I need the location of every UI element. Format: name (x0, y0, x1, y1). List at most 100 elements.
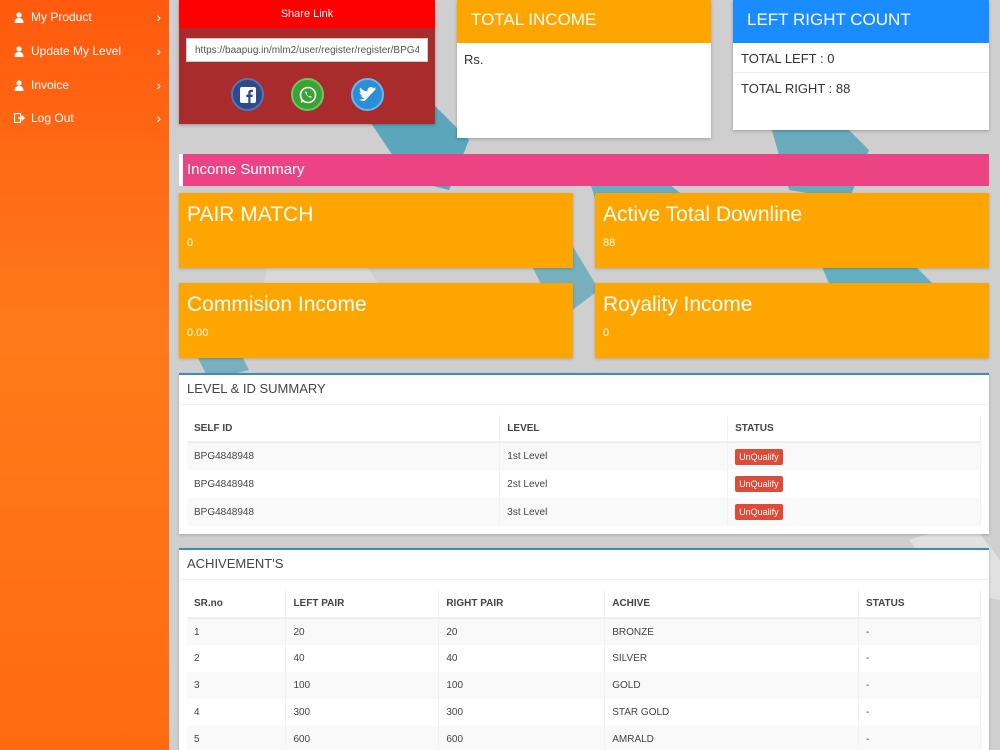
user-icon (12, 45, 26, 57)
whatsapp-share-button[interactable] (291, 78, 324, 111)
stat-title: Commision Income (187, 293, 367, 316)
table-row: 5 600 600 AMRALD - (187, 726, 981, 750)
left-pair-cell: 40 (285, 645, 440, 672)
twitter-share-button[interactable] (351, 78, 384, 111)
achive-cell: SILVER (604, 645, 860, 672)
table-row: 4 300 300 STAR GOLD - (187, 699, 981, 726)
sidebar-item-label: Invoice (31, 78, 70, 92)
column-header: STATUS (858, 590, 981, 619)
sidebar-item-log-out[interactable]: Log Out › (0, 101, 169, 135)
share-link-title: Share Link (179, 0, 435, 28)
total-right: TOTAL RIGHT : 88 (741, 81, 851, 96)
self-id-cell: BPG4848948 (187, 470, 501, 498)
level-summary-table: SELF ID LEVEL STATUS BPG4848948 1st Leve… (187, 415, 981, 526)
right-pair-cell: 100 (438, 672, 606, 699)
status-cell: - (858, 726, 981, 750)
column-header: SR.no (187, 590, 287, 619)
table-row: BPG4848948 3st Level UnQualify (187, 498, 981, 526)
sidebar-item-invoice[interactable]: Invoice › (0, 68, 169, 102)
total-left: TOTAL LEFT : 0 (733, 43, 989, 73)
chevron-right-icon: › (156, 110, 161, 126)
right-pair-cell: 600 (438, 726, 606, 750)
status-cell: - (858, 672, 981, 699)
table-row: 1 20 20 BRONZE - (187, 618, 981, 645)
left-pair-cell: 20 (285, 618, 440, 645)
table-row: 3 100 100 GOLD - (187, 672, 981, 699)
column-header: STATUS (727, 415, 981, 443)
column-header: LEVEL (499, 415, 729, 443)
panel-title: LEVEL & ID SUMMARY (179, 375, 989, 405)
stat-title: Royality Income (603, 293, 753, 316)
sidebar-item-my-product[interactable]: My Product › (0, 0, 169, 34)
stat-value: 0 (187, 237, 194, 249)
left-right-count-box: LEFT RIGHT COUNT TOTAL LEFT : 0 TOTAL RI… (733, 0, 989, 130)
facebook-share-button[interactable] (231, 78, 264, 111)
left-pair-cell: 100 (285, 672, 440, 699)
sidebar: My Product › Update My Level › Invoice ›… (0, 0, 169, 750)
whatsapp-icon (299, 86, 316, 103)
status-cell: - (858, 618, 981, 645)
column-header: ACHIVE (604, 590, 860, 619)
total-income-box: TOTAL INCOME Rs. (457, 0, 711, 138)
status-badge: UnQualify (735, 476, 783, 492)
twitter-icon (358, 87, 376, 102)
share-link-card: Share Link (179, 0, 435, 124)
sidebar-item-update-my-level[interactable]: Update My Level › (0, 34, 169, 68)
stat-royality-income: Royality Income 0 (595, 283, 989, 358)
right-pair-cell: 40 (438, 645, 606, 672)
table-row: BPG4848948 1st Level UnQualify (187, 442, 981, 470)
chevron-right-icon: › (156, 43, 161, 59)
column-header: SELF ID (187, 415, 501, 443)
user-icon (12, 79, 26, 91)
achive-cell: STAR GOLD (604, 699, 860, 726)
facebook-icon (239, 86, 256, 103)
total-income-value: Rs. (464, 52, 484, 67)
table-row: BPG4848948 2st Level UnQualify (187, 470, 981, 498)
left-right-count-title: LEFT RIGHT COUNT (733, 0, 989, 43)
right-pair-cell: 20 (438, 618, 606, 645)
stat-title: Active Total Downline (603, 203, 803, 226)
sidebar-item-label: My Product (31, 10, 92, 24)
left-pair-cell: 300 (285, 699, 440, 726)
sr-cell: 4 (187, 699, 287, 726)
status-cell: - (858, 699, 981, 726)
user-icon (12, 11, 26, 23)
chevron-right-icon: › (156, 77, 161, 93)
stat-pair-match: PAIR MATCH 0 (179, 193, 573, 268)
sr-cell: 2 (187, 645, 287, 672)
achive-cell: BRONZE (604, 618, 860, 645)
share-link-input[interactable] (186, 38, 428, 62)
status-cell: - (858, 645, 981, 672)
sr-cell: 3 (187, 672, 287, 699)
total-income-title: TOTAL INCOME (457, 0, 711, 43)
achive-cell: AMRALD (604, 726, 860, 750)
achievements-panel: ACHIVEMENT'S SR.no LEFT PAIR RIGHT PAIR … (179, 548, 989, 750)
stat-title: PAIR MATCH (187, 203, 314, 226)
status-badge: UnQualify (735, 504, 783, 520)
achievements-table: SR.no LEFT PAIR RIGHT PAIR ACHIVE STATUS… (187, 590, 981, 750)
self-id-cell: BPG4848948 (187, 442, 501, 470)
sr-cell: 5 (187, 726, 287, 750)
chevron-right-icon: › (156, 9, 161, 25)
sr-cell: 1 (187, 618, 287, 645)
achive-cell: GOLD (604, 672, 860, 699)
sidebar-item-label: Update My Level (31, 44, 122, 58)
column-header: LEFT PAIR (285, 590, 440, 619)
right-pair-cell: 300 (438, 699, 606, 726)
stat-value: 88 (603, 237, 616, 249)
stat-value: 0.00 (187, 327, 209, 339)
level-cell: 2st Level (499, 470, 729, 498)
level-cell: 3st Level (499, 498, 729, 526)
table-row: 2 40 40 SILVER - (187, 645, 981, 672)
stat-commision-income: Commision Income 0.00 (179, 283, 573, 358)
stat-value: 0 (603, 327, 610, 339)
income-summary-header: Income Summary (179, 154, 989, 186)
left-pair-cell: 600 (285, 726, 440, 750)
self-id-cell: BPG4848948 (187, 498, 501, 526)
column-header: RIGHT PAIR (438, 590, 606, 619)
stat-active-total-downline: Active Total Downline 88 (595, 193, 989, 268)
panel-title: ACHIVEMENT'S (179, 550, 989, 580)
level-cell: 1st Level (499, 442, 729, 470)
level-id-summary-panel: LEVEL & ID SUMMARY SELF ID LEVEL STATUS … (179, 373, 989, 534)
logout-icon (12, 113, 26, 123)
